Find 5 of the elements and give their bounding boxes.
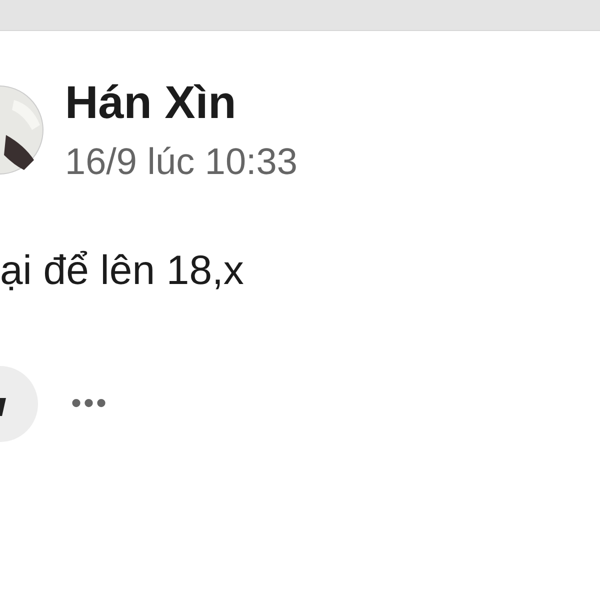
reaction-button[interactable] <box>0 364 38 444</box>
post-timestamp[interactable]: 16/9 lúc 10:33 <box>65 142 298 183</box>
author-name[interactable]: Hán Xìn <box>65 77 298 128</box>
more-button[interactable]: ••• <box>71 387 109 422</box>
post-text: ại để lên 18,x <box>0 248 245 294</box>
